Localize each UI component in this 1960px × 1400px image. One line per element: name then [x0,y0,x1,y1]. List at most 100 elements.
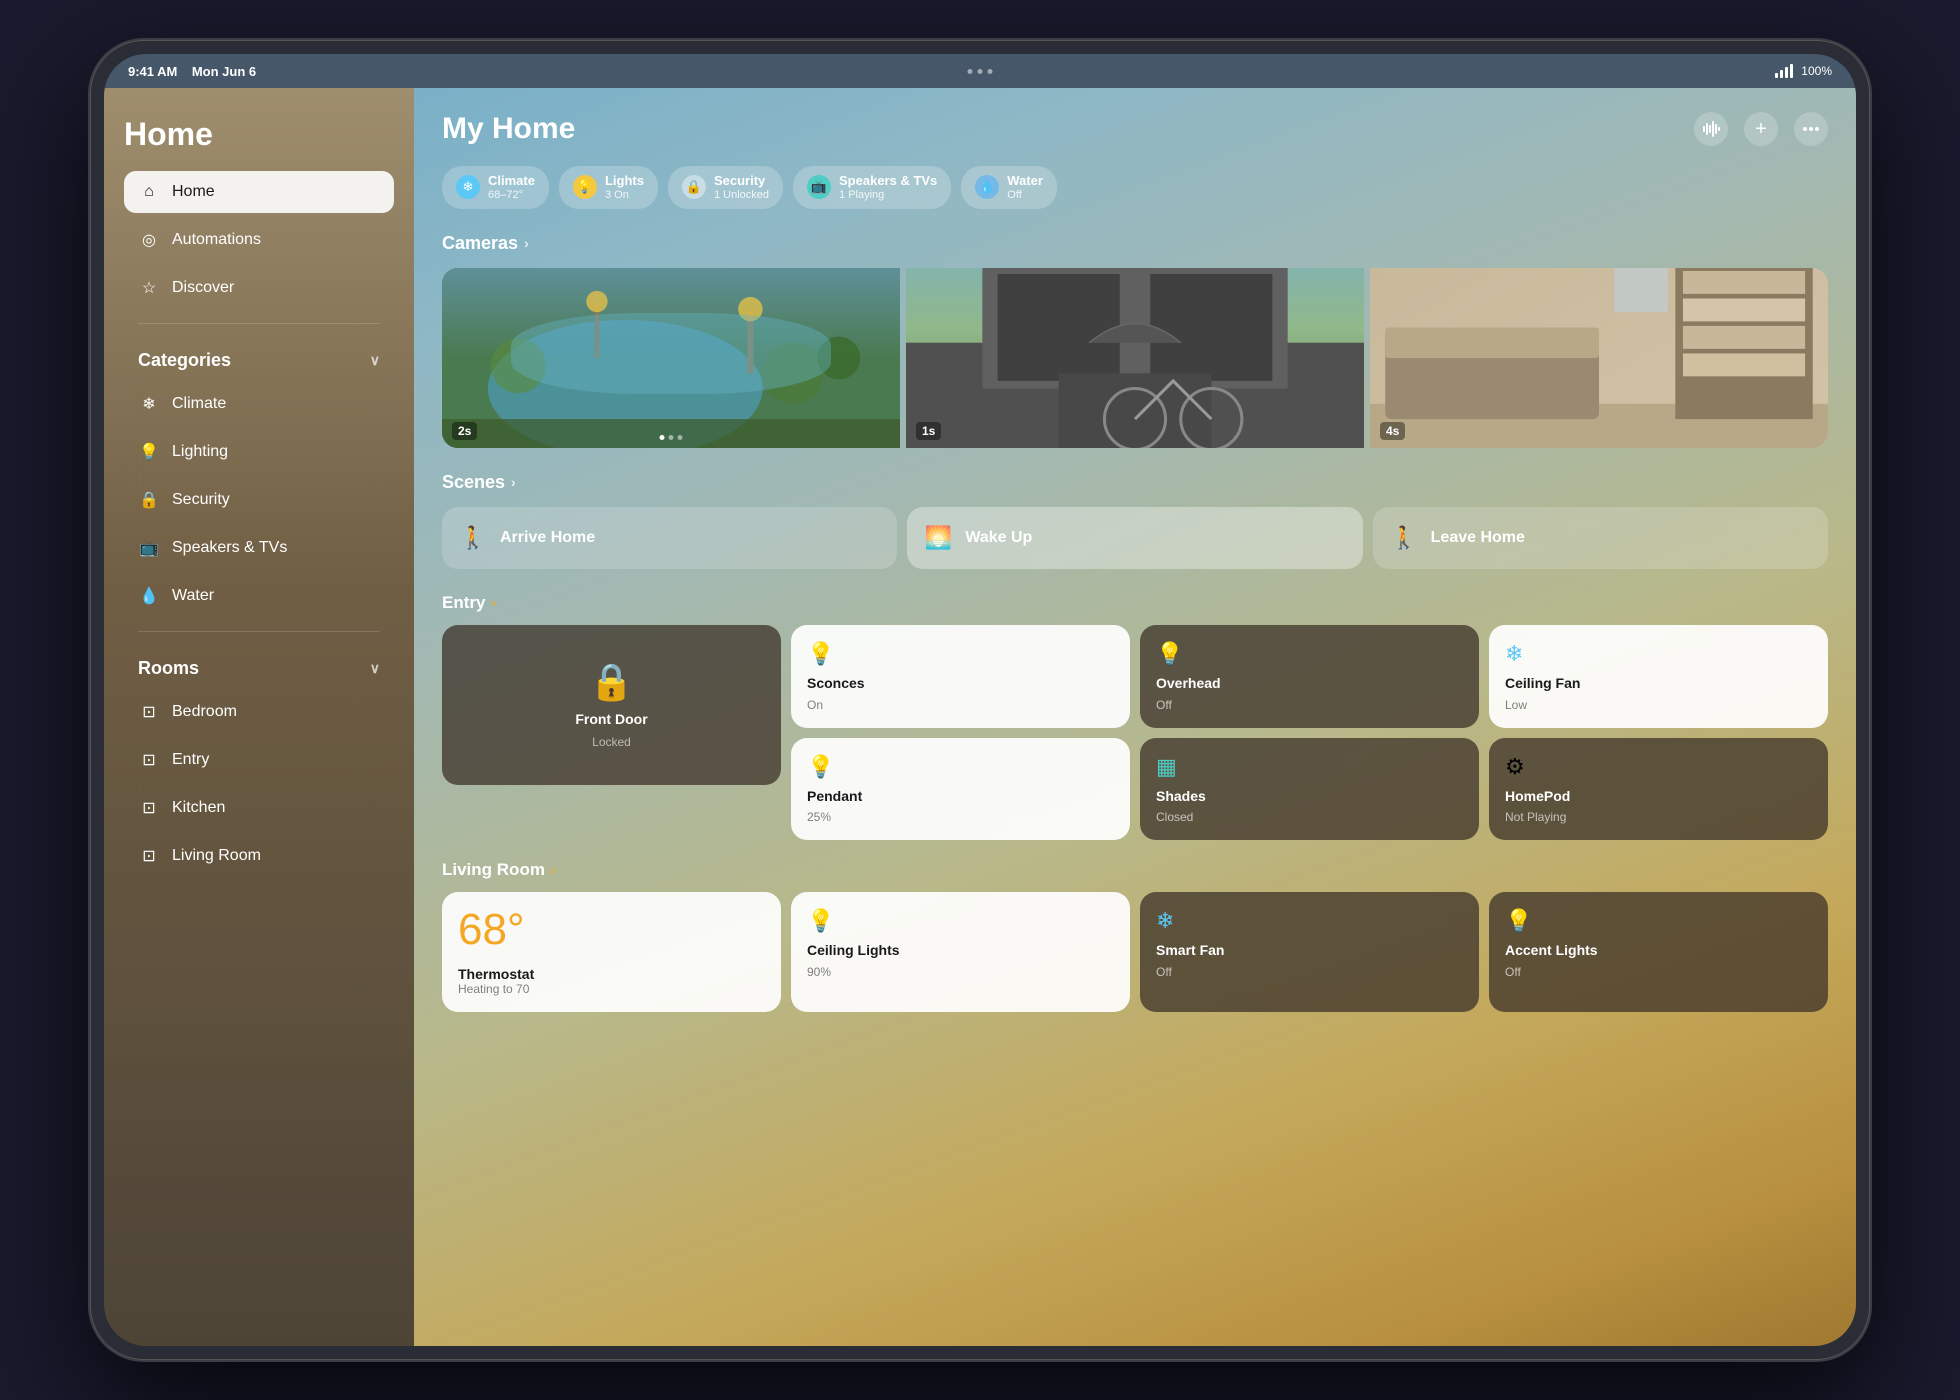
living-room-ceiling-lights-card[interactable]: 💡 Ceiling Lights 90% [791,892,1130,1012]
security-chip[interactable]: 🔒 Security 1 Unlocked [668,166,783,209]
speakers-chip[interactable]: 📺 Speakers & TVs 1 Playing [793,166,951,209]
bedroom-icon: ⊡ [138,701,160,723]
lights-chip[interactable]: 💡 Lights 3 On [559,166,658,209]
sidebar-item-bedroom[interactable]: ⊡ Bedroom [124,691,394,733]
pendant-name: Pendant [807,788,1114,805]
living-room-chevron: › [551,863,555,878]
cameras-section-header[interactable]: Cameras › [442,233,1828,254]
sidebar-item-bedroom-label: Bedroom [172,703,237,721]
sidebar-item-kitchen[interactable]: ⊡ Kitchen [124,787,394,829]
sidebar-item-home-label: Home [172,183,215,201]
overhead-status: Off [1156,698,1463,712]
rooms-chevron: ∨ [370,660,380,677]
sidebar: Home ⌂ Home ◎ Automations ☆ Discover [104,88,414,1346]
ceiling-fan-card[interactable]: ❄ Ceiling Fan Low [1489,625,1828,728]
thermostat-card[interactable]: 68° Thermostat Heating to 70 [442,892,781,1012]
camera-grid: 2s [442,268,1828,448]
categories-header[interactable]: Categories ∨ [124,338,394,377]
pendant-card[interactable]: 💡 Pendant 25% [791,738,1130,841]
scene-wake-up[interactable]: 🌅 Wake Up [907,507,1362,569]
entry-chevron: › [491,595,495,610]
sidebar-item-climate[interactable]: ❄ Climate [124,383,394,425]
sconces-status: On [807,698,1114,712]
discover-icon: ☆ [138,277,160,299]
accent-lights-card[interactable]: 💡 Accent Lights Off [1489,892,1828,1012]
sidebar-item-entry[interactable]: ⊡ Entry [124,739,394,781]
security-chip-label: Security [714,173,769,189]
shades-icon: ▦ [1156,754,1463,780]
more-button[interactable] [1794,112,1828,146]
kitchen-icon: ⊡ [138,797,160,819]
lights-chip-icon: 💡 [573,175,597,199]
sidebar-item-security[interactable]: 🔒 Security [124,479,394,521]
security-chip-text: Security 1 Unlocked [714,173,769,202]
scene-arrive-home[interactable]: 🚶 Arrive Home [442,507,897,569]
ipad-screen: 9:41 AM Mon Jun 6 100% [104,54,1856,1346]
waveform-button[interactable] [1694,112,1728,146]
front-door-card[interactable]: 🔒 Front Door Locked [442,625,781,841]
shades-card[interactable]: ▦ Shades Closed [1140,738,1479,841]
arrive-home-icon: 🚶 [458,525,488,551]
smart-fan-status: Off [1156,965,1463,979]
camera3-visual [1370,268,1828,448]
rooms-header[interactable]: Rooms ∨ [124,646,394,685]
entry-section-header[interactable]: Entry › [442,593,1828,613]
scenes-section-header[interactable]: Scenes › [442,472,1828,493]
climate-chip-sublabel: 68–72° [488,189,535,202]
camera-cell-3[interactable]: 4s [1370,268,1828,448]
ceiling-lights-icon: 💡 [807,908,1114,934]
climate-chip-icon: ❄ [456,175,480,199]
entry-section: Entry › 🔒 Front Door Locked [442,593,1828,841]
living-room-device-grid: 68° Thermostat Heating to 70 💡 Ceiling L… [442,892,1828,1012]
add-button[interactable]: + [1744,112,1778,146]
sconces-card[interactable]: 💡 Sconces On [791,625,1130,728]
ceiling-lights-name: Ceiling Lights [807,942,1114,959]
waveform-icon [1702,120,1720,138]
water-chip-sublabel: Off [1007,189,1043,202]
ipad-frame: 9:41 AM Mon Jun 6 100% [90,40,1870,1360]
homepod-icon: ⚙ [1505,754,1812,780]
thermostat-name: Thermostat [458,966,765,982]
lights-chip-text: Lights 3 On [605,173,644,202]
scene-leave-home[interactable]: 🚶 Leave Home [1373,507,1828,569]
camera-cell-2[interactable]: 1s [906,268,1364,448]
water-chip[interactable]: 💧 Water Off [961,166,1057,209]
sidebar-item-discover[interactable]: ☆ Discover [124,267,394,309]
camera-cell-1[interactable]: 2s [442,268,900,448]
sidebar-item-home[interactable]: ⌂ Home [124,171,394,213]
smart-fan-card[interactable]: ❄ Smart Fan Off [1140,892,1479,1012]
sidebar-item-automations[interactable]: ◎ Automations [124,219,394,261]
ceiling-lights-status: 90% [807,965,1114,979]
camera1-timestamp: 2s [452,422,477,440]
automations-icon: ◎ [138,229,160,251]
pendant-status: 25% [807,810,1114,824]
ceiling-fan-icon: ❄ [1505,641,1812,667]
speakers-chip-sublabel: 1 Playing [839,189,937,202]
main-panel-title: My Home [442,112,575,146]
header-actions: + [1694,112,1828,146]
climate-chip[interactable]: ❄ Climate 68–72° [442,166,549,209]
sidebar-item-speakers[interactable]: 📺 Speakers & TVs [124,527,394,569]
overhead-card[interactable]: 💡 Overhead Off [1140,625,1479,728]
water-chip-label: Water [1007,173,1043,189]
thermostat-status: Heating to 70 [458,982,765,996]
speakers-icon: 📺 [138,537,160,559]
overhead-name: Overhead [1156,675,1463,692]
sidebar-item-living-room[interactable]: ⊡ Living Room [124,835,394,877]
sidebar-item-water[interactable]: 💧 Water [124,575,394,617]
sidebar-item-lighting-label: Lighting [172,443,228,461]
living-room-section-header[interactable]: Living Room › [442,860,1828,880]
water-icon: 💧 [138,585,160,607]
homepod-card[interactable]: ⚙ HomePod Not Playing [1489,738,1828,841]
sidebar-item-lighting[interactable]: 💡 Lighting [124,431,394,473]
climate-icon: ❄ [138,393,160,415]
lights-chip-sublabel: 3 On [605,189,644,202]
status-bar-right: 100% [1775,64,1832,78]
camera1-dots [660,435,683,440]
water-chip-icon: 💧 [975,175,999,199]
battery-indicator: 100% [1801,64,1832,78]
speakers-chip-text: Speakers & TVs 1 Playing [839,173,937,202]
sidebar-item-water-label: Water [172,587,214,605]
entry-device-grid: 🔒 Front Door Locked 💡 Sconces On [442,625,1828,841]
ceiling-fan-name: Ceiling Fan [1505,675,1812,692]
